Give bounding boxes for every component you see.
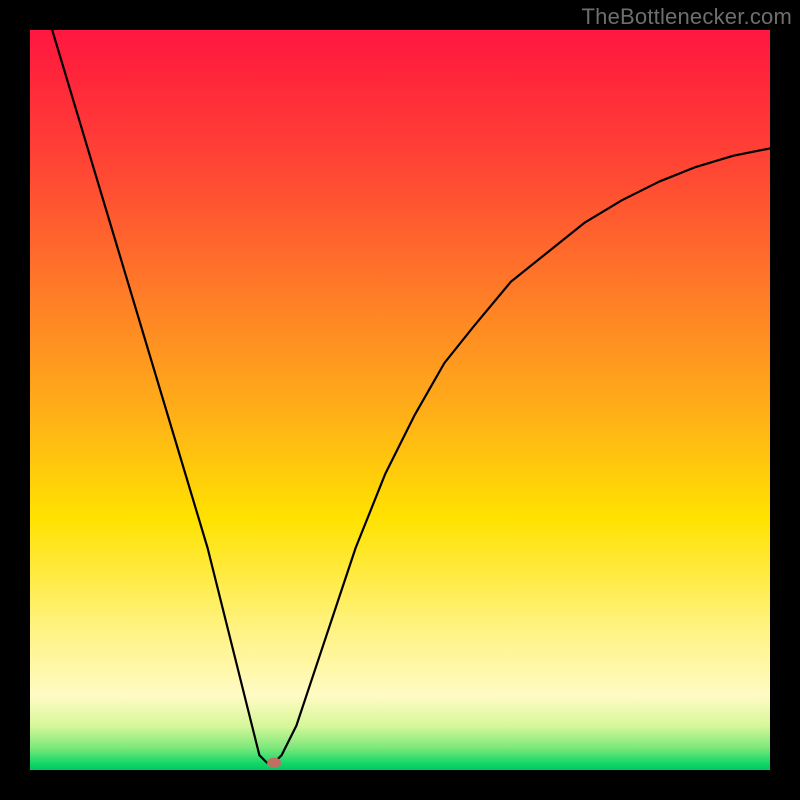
min-marker [267, 758, 281, 768]
curve-svg [30, 30, 770, 770]
watermark-text: TheBottlenecker.com [582, 4, 792, 30]
bottleneck-curve [52, 30, 770, 763]
chart-frame: TheBottlenecker.com [0, 0, 800, 800]
plot-area [30, 30, 770, 770]
